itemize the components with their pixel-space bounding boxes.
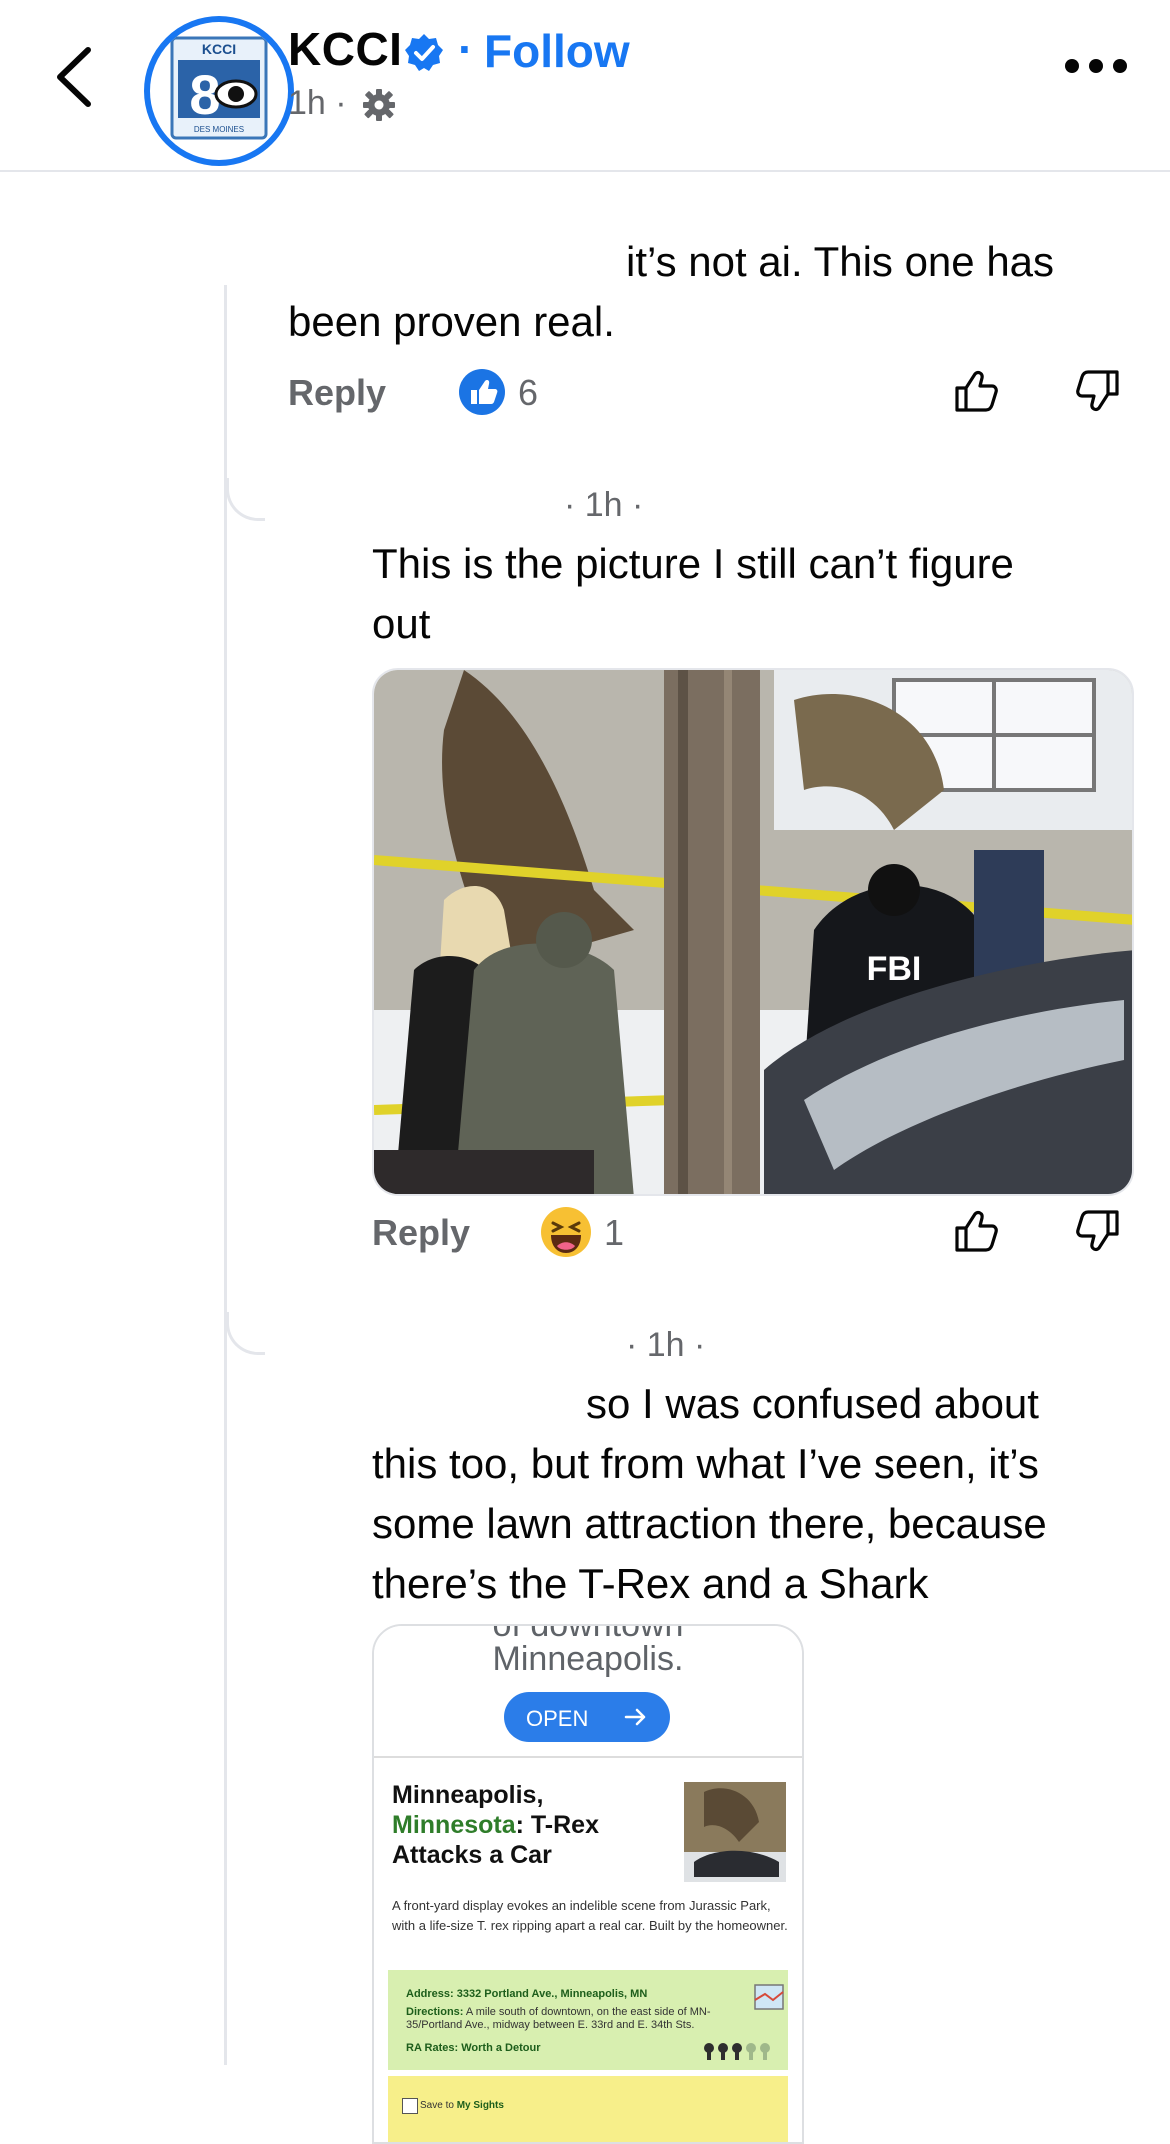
reply-button[interactable]: Reply xyxy=(288,372,386,414)
fbi-text: FBI xyxy=(867,950,922,988)
comment-time: · 1h · xyxy=(626,1326,706,1364)
comment-text: This is the picture I still can’t figure xyxy=(372,540,1014,587)
attached-screenshot[interactable]: of downtown Minneapolis. OPEN Minneapoli… xyxy=(372,1624,804,2144)
comment-text: there’s the T-Rex and a Shark xyxy=(372,1560,929,1607)
card-thumbnail xyxy=(684,1782,786,1882)
thread-branch xyxy=(226,1312,265,1355)
thread-branch xyxy=(226,478,265,521)
post-header: KCCI 8 DES MOINES KCCI · Follow 1h · xyxy=(0,0,1170,172)
kcci-logo-icon: KCCI 8 DES MOINES xyxy=(170,36,268,140)
follow-button[interactable]: Follow xyxy=(484,24,630,78)
card-title: Minneapolis, Minnesota: T-Rex Attacks a … xyxy=(392,1781,599,1869)
thumbs-down-icon[interactable] xyxy=(1072,366,1122,416)
logo-top-text: KCCI xyxy=(202,41,236,57)
arrow-right-icon xyxy=(624,1708,646,1726)
page-name[interactable]: KCCI xyxy=(288,22,402,76)
comment-text: some lawn attraction there, because xyxy=(372,1500,1047,1547)
comment-text: it’s not ai. This one has xyxy=(626,238,1055,285)
gear-icon xyxy=(363,89,395,121)
comment-photo[interactable]: FBI xyxy=(372,668,1134,1196)
page-avatar[interactable]: KCCI 8 DES MOINES xyxy=(144,16,294,166)
reply-button[interactable]: Reply xyxy=(372,1212,470,1254)
thread-line xyxy=(224,285,227,2065)
card-city: Minneapolis. xyxy=(492,1640,684,1678)
like-reaction-icon xyxy=(459,369,505,415)
save-label: Save to My Sights xyxy=(420,2100,504,2111)
comment-time: · 1h · xyxy=(564,486,644,524)
card-info-box: Address: 3332 Portland Ave., Minneapolis… xyxy=(388,1970,788,2070)
map-icon[interactable] xyxy=(754,1984,784,2010)
separator-dot: · xyxy=(458,23,474,75)
comment-text: out xyxy=(372,600,431,647)
post-time: 1h · xyxy=(288,84,347,122)
open-label: OPEN xyxy=(526,1706,589,1731)
trex-car-thumbnail xyxy=(684,1782,786,1882)
card-save-box: Save to My Sights xyxy=(388,2076,788,2142)
thumbs-down-icon[interactable] xyxy=(1072,1206,1122,1256)
rating-icons xyxy=(704,2043,770,2060)
dinosaur-scene-image: FBI xyxy=(374,670,1132,1194)
reaction-count: 1 xyxy=(604,1212,625,1253)
more-icon[interactable] xyxy=(1064,56,1128,76)
haha-reaction-icon xyxy=(541,1207,591,1257)
thumbs-up-icon[interactable] xyxy=(952,1206,1002,1256)
back-chevron-icon[interactable] xyxy=(48,42,108,112)
card-divider xyxy=(374,1756,802,1758)
comment-text: so I was confused about xyxy=(586,1380,1039,1427)
thumbs-up-icon[interactable] xyxy=(952,366,1002,416)
comment-text: this too, but from what I’ve seen, it’s xyxy=(372,1440,1039,1487)
card-header: of downtown Minneapolis. OPEN xyxy=(374,1626,802,1756)
save-checkbox[interactable] xyxy=(402,2098,418,2114)
card-description: A front-yard display evokes an indelible… xyxy=(392,1898,788,1933)
verified-badge-icon xyxy=(405,34,443,71)
open-button[interactable]: OPEN xyxy=(504,1692,670,1742)
reaction-count: 6 xyxy=(518,372,539,413)
comment-text: been proven real. xyxy=(288,298,615,345)
logo-bottom-text: DES MOINES xyxy=(194,125,244,134)
